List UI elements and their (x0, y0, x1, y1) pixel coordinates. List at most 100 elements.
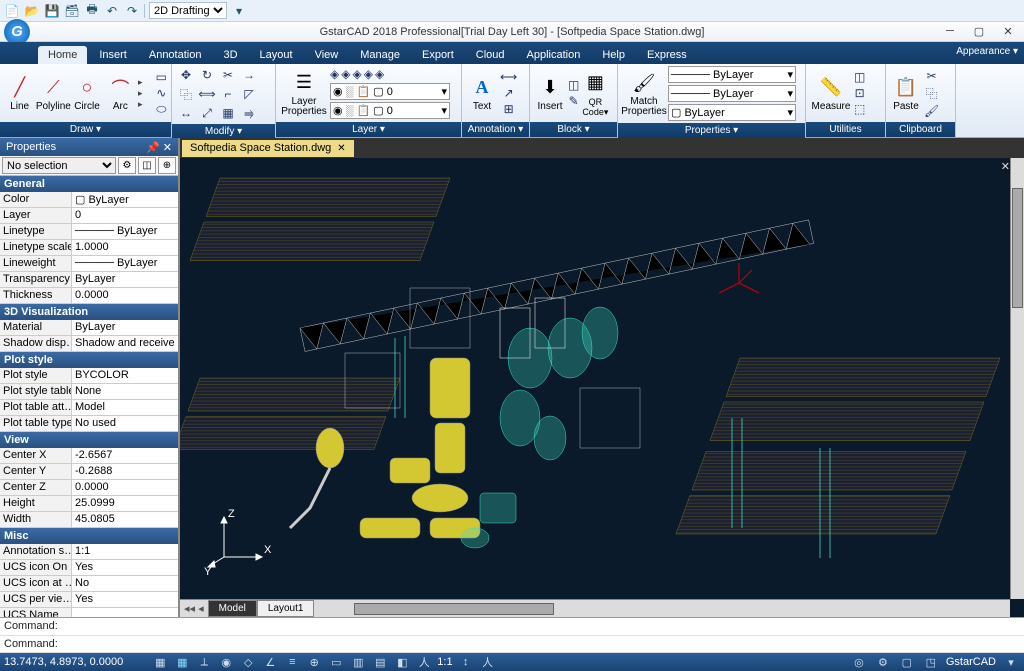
properties-selector[interactable]: No selection (2, 157, 116, 174)
layout-tab-layout1[interactable]: Layout1 (257, 600, 315, 617)
saveall-icon[interactable]: 🗃 (64, 3, 80, 19)
prop-value[interactable]: BYCOLOR (72, 368, 178, 383)
leader-icon[interactable]: ↗ (500, 86, 517, 100)
prop-row[interactable]: Thickness0.0000 (0, 288, 178, 304)
draw-line-button[interactable]: ╱Line (4, 75, 35, 112)
offset-icon[interactable]: ⥤ (239, 104, 259, 122)
workspace-select[interactable]: 2D Drafting (149, 2, 227, 19)
quickselect-button[interactable]: ⚙ (118, 157, 136, 174)
ortho-toggle[interactable]: ⟂ (195, 655, 213, 669)
linetype-combo[interactable]: ───── ByLayer▾ (668, 66, 796, 83)
annoscale-icon3[interactable]: 人 (479, 655, 497, 669)
ribbon-label-annotation[interactable]: Annotation ▾ (462, 122, 529, 137)
lwt-toggle[interactable]: ≡ (283, 655, 301, 669)
doc-tab-close-icon[interactable]: ✕ (337, 143, 345, 154)
paste-button[interactable]: 📋Paste (890, 75, 922, 112)
prop-value[interactable]: ByLayer (72, 320, 178, 335)
layer-tool-3[interactable]: ◈ (352, 67, 361, 81)
prop-row[interactable]: Plot style tableNone (0, 384, 178, 400)
tab-layout[interactable]: Layout (250, 46, 303, 64)
match-properties-button[interactable]: 🖌Match Properties (622, 70, 666, 117)
ribbon-label-clipboard[interactable]: Clipboard (886, 122, 955, 137)
draw-more[interactable]: ▸▸▸ (138, 77, 154, 110)
prop-category[interactable]: View (0, 432, 178, 448)
prop-row[interactable]: MaterialByLayer (0, 320, 178, 336)
minimize-button[interactable]: ─ (936, 22, 964, 40)
array-icon[interactable]: ▦ (218, 104, 238, 122)
scale-icon[interactable]: ⤢ (197, 104, 217, 122)
properties-pin-icon[interactable]: 📌 (146, 142, 160, 154)
cut-icon[interactable]: ✂ (924, 69, 939, 83)
prop-row[interactable]: Plot styleBYCOLOR (0, 368, 178, 384)
rotate-icon[interactable]: ↻ (197, 66, 217, 84)
ribbon-label-modify[interactable]: Modify ▾ (172, 124, 275, 139)
util-2-icon[interactable]: ⊡ (854, 86, 865, 100)
prop-value[interactable]: Model (72, 400, 178, 415)
view-cube[interactable] (714, 258, 764, 308)
scrollbar-horizontal[interactable] (354, 603, 554, 615)
layer-properties-button[interactable]: ☰Layer Properties (280, 70, 328, 117)
insert-block-button[interactable]: ⬇Insert (534, 75, 566, 112)
ribbon-label-block[interactable]: Block ▾ (530, 122, 617, 137)
prop-value[interactable]: 45.0805 (72, 512, 178, 527)
prop-value[interactable]: No (72, 576, 178, 591)
prop-value[interactable]: -2.6567 (72, 448, 178, 463)
color-combo[interactable]: ▢ ByLayer▾ (668, 104, 796, 121)
ribbon-label-layer[interactable]: Layer ▾ (276, 122, 461, 137)
block-edit-icon[interactable]: ✎ (568, 94, 579, 108)
viewport[interactable]: ✕ (180, 158, 1024, 617)
prop-row[interactable]: Shadow disp…Shadow and receive (0, 336, 178, 352)
prop-row[interactable]: Linetype scale1.0000 (0, 240, 178, 256)
prop-value[interactable]: Yes (72, 592, 178, 607)
prop-row[interactable]: UCS Name (0, 608, 178, 617)
print-icon[interactable]: 🖶 (84, 3, 100, 19)
draw-circle-button[interactable]: ○Circle (71, 75, 102, 112)
prop-value[interactable]: 25.0999 (72, 496, 178, 511)
layer-state-combo[interactable]: ◉ ░ 📋 ▢ 0▾ (330, 102, 450, 119)
pickadd-button[interactable]: ⊕ (158, 157, 176, 174)
prop-row[interactable]: Center Y-0.2688 (0, 464, 178, 480)
prop-row[interactable]: UCS icon at …No (0, 576, 178, 592)
tab-annotation[interactable]: Annotation (139, 46, 212, 64)
prop-value[interactable]: None (72, 384, 178, 399)
prop-row[interactable]: TransparencyByLayer (0, 272, 178, 288)
tab-help[interactable]: Help (592, 46, 635, 64)
prop-row[interactable]: Center Z0.0000 (0, 480, 178, 496)
grid-toggle[interactable]: ▦ (173, 655, 191, 669)
status-icon-b[interactable]: ▤ (371, 655, 389, 669)
move-icon[interactable]: ✥ (176, 66, 196, 84)
util-1-icon[interactable]: ◫ (854, 70, 865, 84)
fillet-icon[interactable]: ⌐ (218, 85, 238, 103)
prop-value[interactable]: ▢ ByLayer (72, 192, 178, 207)
annoscale-toggle[interactable]: 人 (415, 655, 433, 669)
isolate-icon[interactable]: ◎ (850, 655, 868, 669)
draw-spline-icon[interactable]: ∿ (156, 86, 167, 100)
status-icon-a[interactable]: ▥ (349, 655, 367, 669)
annoscale-icon2[interactable]: ↕ (457, 655, 475, 669)
dimension-icon[interactable]: ⟷ (500, 70, 517, 84)
dyn-toggle[interactable]: ⊕ (305, 655, 323, 669)
open-icon[interactable]: 📂 (24, 3, 40, 19)
tab-manage[interactable]: Manage (350, 46, 410, 64)
prop-category[interactable]: 3D Visualization (0, 304, 178, 320)
prop-value[interactable]: Shadow and receive (72, 336, 178, 351)
trim-icon[interactable]: ✂ (218, 66, 238, 84)
prop-value[interactable]: 1.0000 (72, 240, 178, 255)
layer-current-combo[interactable]: ◉ ░ 📋 ▢ 0▾ (330, 83, 450, 100)
draw-arc-button[interactable]: ⌒Arc (105, 75, 136, 112)
prop-row[interactable]: UCS icon OnYes (0, 560, 178, 576)
layer-tool-2[interactable]: ◈ (341, 67, 350, 81)
layer-tool-4[interactable]: ◈ (364, 67, 373, 81)
ribbon-label-properties[interactable]: Properties ▾ (618, 123, 805, 138)
text-button[interactable]: AText (466, 75, 498, 112)
qat-more-icon[interactable]: ▾ (231, 3, 247, 19)
app-logo[interactable]: G (4, 22, 30, 41)
viewport-close-icon[interactable]: ✕ (1001, 160, 1010, 173)
prop-value[interactable]: 0 (72, 208, 178, 223)
app-icon[interactable]: ◳ (922, 655, 940, 669)
prop-value[interactable]: ───── ByLayer (72, 256, 178, 271)
polar-toggle[interactable]: ◉ (217, 655, 235, 669)
layer-tool-5[interactable]: ◈ (375, 67, 384, 81)
prop-category[interactable]: General (0, 176, 178, 192)
otrack-toggle[interactable]: ∠ (261, 655, 279, 669)
